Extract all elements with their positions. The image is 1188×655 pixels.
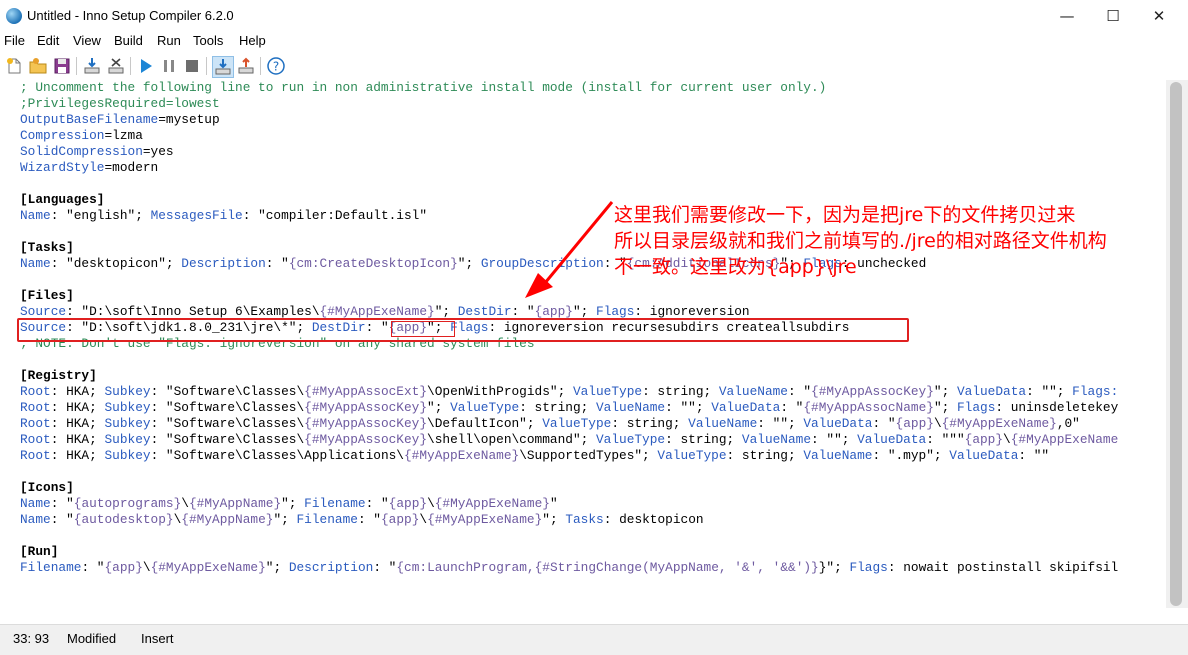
- toolbar-separator: [76, 57, 77, 75]
- window-title: Untitled - Inno Setup Compiler 6.2.0: [27, 8, 234, 23]
- target-save-icon[interactable]: [236, 56, 256, 76]
- menu-edit[interactable]: Edit: [37, 33, 59, 48]
- insert-mode-indicator: Insert: [141, 631, 174, 646]
- scrollbar-thumb[interactable]: [1170, 82, 1182, 606]
- vertical-scrollbar[interactable]: [1166, 80, 1188, 608]
- inno-setup-app-icon: [6, 8, 22, 24]
- menu-run[interactable]: Run: [157, 33, 181, 48]
- minimize-button[interactable]: —: [1044, 0, 1090, 32]
- toolbar-separator: [260, 57, 261, 75]
- save-icon[interactable]: [52, 56, 72, 76]
- toolbar: ?: [0, 53, 1188, 79]
- maximize-button[interactable]: ☐: [1090, 0, 1136, 32]
- new-icon[interactable]: [4, 56, 24, 76]
- menu-file[interactable]: File: [4, 33, 25, 48]
- annotation-line: 这里我们需要修改一下，因为是把jre下的文件拷贝过来: [614, 204, 1076, 226]
- annotation-line: 所以目录层级就和我们之前填写的./jre的相对路径文件机构: [614, 230, 1107, 252]
- menu-bar: File Edit View Build Run Tools Help: [0, 32, 1188, 52]
- stop-compile-icon[interactable]: [106, 56, 126, 76]
- cursor-position: 33: 93: [13, 631, 50, 646]
- target-load-icon[interactable]: [212, 56, 234, 78]
- close-button[interactable]: ✕: [1136, 0, 1182, 32]
- annotation-arrow: [525, 201, 614, 298]
- annotation-line: 不一致。这里改为{app}\jre: [614, 256, 857, 278]
- terminate-icon[interactable]: [182, 56, 202, 76]
- menu-build[interactable]: Build: [114, 33, 143, 48]
- modified-indicator: Modified: [67, 631, 117, 646]
- open-icon[interactable]: [28, 56, 48, 76]
- menu-help[interactable]: Help: [239, 33, 266, 48]
- toolbar-separator: [206, 57, 207, 75]
- title-bar: Untitled - Inno Setup Compiler 6.2.0 — ☐…: [0, 0, 1188, 32]
- script-editor[interactable]: ; Uncomment the following line to run in…: [0, 80, 1166, 608]
- help-icon[interactable]: ?: [266, 56, 286, 76]
- menu-view[interactable]: View: [73, 33, 101, 48]
- svg-text:?: ?: [273, 60, 279, 74]
- menu-tools[interactable]: Tools: [193, 33, 223, 48]
- pause-icon[interactable]: [159, 56, 179, 76]
- toolbar-separator: [130, 57, 131, 75]
- run-icon[interactable]: [136, 56, 156, 76]
- compile-icon[interactable]: [82, 56, 102, 76]
- status-bar: 33: 93 Modified Insert: [0, 624, 1188, 655]
- annotation-note: 这里我们需要修改一下，因为是把jre下的文件拷贝过来 所以目录层级就和我们之前填…: [614, 202, 1107, 280]
